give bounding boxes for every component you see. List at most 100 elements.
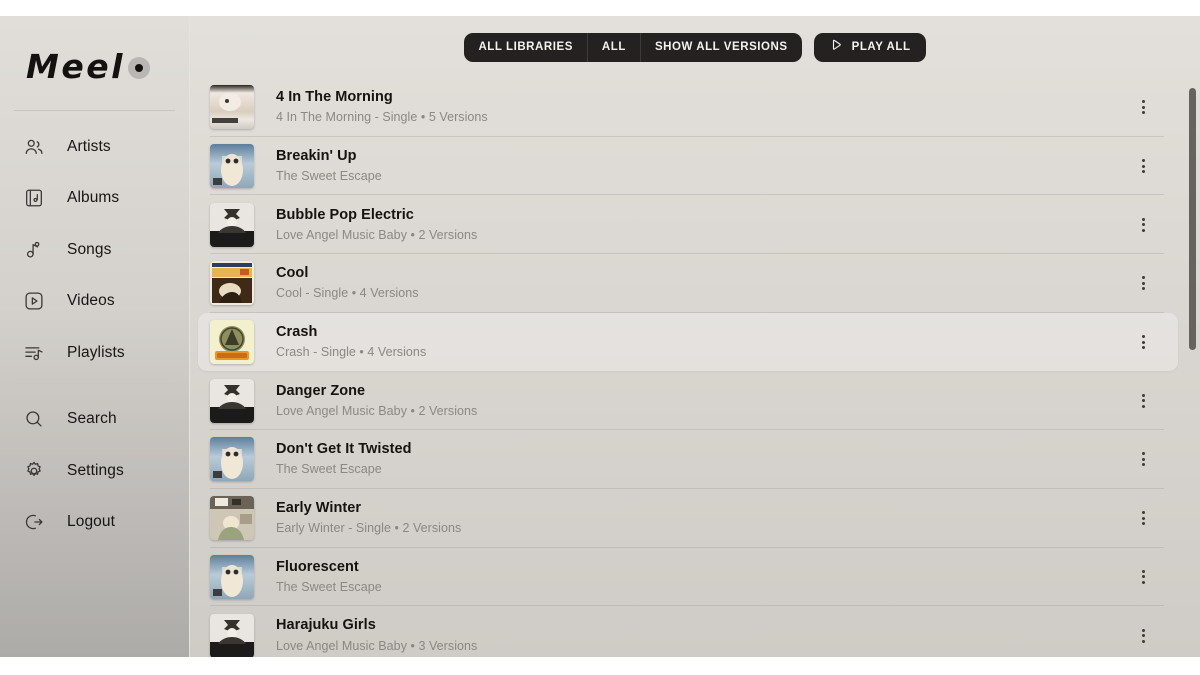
song-title: Breakin' Up: [276, 147, 357, 164]
more-vertical-icon[interactable]: [1132, 151, 1154, 181]
song-meta: Harajuku Girls Love Angel Music Baby • 3…: [276, 616, 1132, 654]
more-vertical-icon[interactable]: [1132, 444, 1154, 474]
song-subtitle: Cool - Single • 4 Versions: [276, 286, 419, 301]
table-row[interactable]: Harajuku Girls Love Angel Music Baby • 3…: [198, 606, 1178, 657]
song-title: 4 In The Morning: [276, 89, 393, 106]
song-meta: Early Winter Early Winter - Single • 2 V…: [276, 499, 1132, 537]
table-row[interactable]: Cool Cool - Single • 4 Versions: [198, 254, 1178, 313]
all-filter-button[interactable]: ALL: [588, 32, 641, 62]
song-meta: Don't Get It Twisted The Sweet Escape: [276, 440, 1132, 478]
sidebar-item-label: Albums: [67, 189, 120, 207]
more-vertical-icon[interactable]: [1132, 621, 1154, 651]
album-icon: [22, 186, 46, 210]
sidebar-item-label: Logout: [67, 513, 116, 531]
sidebar-item-label: Songs: [67, 240, 112, 258]
table-row[interactable]: Fluorescent The Sweet Escape: [198, 548, 1178, 607]
song-subtitle: Crash - Single • 4 Versions: [276, 345, 427, 360]
sidebar-item-search[interactable]: Search: [0, 394, 189, 446]
filter-segmented-control: ALL LIBRARIES ALL SHOW ALL VERSIONS: [464, 32, 802, 62]
album-art-thumbnail: [210, 320, 254, 365]
song-meta: Crash Crash - Single • 4 Versions: [276, 323, 1132, 361]
song-subtitle: Love Angel Music Baby • 2 Versions: [276, 403, 478, 418]
sidebar-divider-middle: [14, 382, 175, 384]
table-row[interactable]: Bubble Pop Electric Love Angel Music Bab…: [198, 195, 1178, 255]
song-title: Early Winter: [276, 500, 362, 517]
sidebar-item-artists[interactable]: Artists: [0, 121, 189, 173]
more-vertical-icon[interactable]: [1132, 503, 1154, 533]
song-title: Bubble Pop Electric: [276, 206, 414, 223]
sidebar-item-logout[interactable]: Logout: [0, 497, 189, 549]
app-window: Meel Artists Albums Songs Videos Playlis…: [0, 16, 1200, 657]
more-vertical-icon[interactable]: [1132, 386, 1154, 416]
song-subtitle: Love Angel Music Baby • 2 Versions: [276, 227, 478, 242]
table-row[interactable]: 4 In The Morning 4 In The Morning - Sing…: [198, 78, 1178, 137]
song-meta: Bubble Pop Electric Love Angel Music Bab…: [276, 206, 1132, 244]
play-outline-icon: [829, 38, 844, 56]
album-art-thumbnail: [210, 144, 254, 189]
users-icon: [22, 135, 46, 159]
song-title: Fluorescent: [276, 558, 359, 575]
sidebar-item-videos[interactable]: Videos: [0, 276, 189, 328]
album-art-thumbnail: [210, 85, 254, 130]
sidebar-item-label: Videos: [67, 292, 115, 310]
more-vertical-icon[interactable]: [1132, 210, 1154, 240]
album-art-thumbnail: [210, 378, 254, 423]
sidebar-item-settings[interactable]: Settings: [0, 445, 189, 497]
album-art-thumbnail: [210, 496, 254, 541]
song-list: 4 In The Morning 4 In The Morning - Sing…: [190, 78, 1200, 657]
more-vertical-icon[interactable]: [1132, 327, 1154, 357]
song-subtitle: The Sweet Escape: [276, 169, 382, 184]
toolbar: ALL LIBRARIES ALL SHOW ALL VERSIONS PLAY…: [190, 16, 1200, 78]
album-art-thumbnail: [210, 202, 254, 247]
song-meta: 4 In The Morning 4 In The Morning - Sing…: [276, 88, 1132, 126]
logo-text: Meel: [26, 46, 125, 86]
song-meta: Fluorescent The Sweet Escape: [276, 558, 1132, 596]
song-title: Harajuku Girls: [276, 617, 376, 634]
all-libraries-button[interactable]: ALL LIBRARIES: [464, 32, 588, 62]
album-art-thumbnail: [210, 437, 254, 482]
logo-text-wrap: Meel: [26, 47, 150, 86]
table-row[interactable]: Danger Zone Love Angel Music Baby • 2 Ve…: [198, 371, 1178, 431]
gear-icon: [22, 459, 46, 483]
table-row[interactable]: Crash Crash - Single • 4 Versions: [198, 312, 1178, 372]
playlist-icon: [22, 341, 46, 365]
song-meta: Danger Zone Love Angel Music Baby • 2 Ve…: [276, 382, 1132, 420]
sidebar-item-playlists[interactable]: Playlists: [0, 327, 189, 379]
table-row[interactable]: Early Winter Early Winter - Single • 2 V…: [198, 489, 1178, 548]
scrollbar-thumb[interactable]: [1189, 88, 1196, 350]
sidebar-item-label: Artists: [67, 137, 111, 155]
sidebar-item-label: Settings: [67, 461, 124, 479]
song-subtitle: 4 In The Morning - Single • 5 Versions: [276, 110, 488, 125]
song-subtitle: The Sweet Escape: [276, 579, 382, 594]
song-title: Danger Zone: [276, 382, 366, 399]
sidebar: Meel Artists Albums Songs Videos Playlis…: [0, 16, 190, 657]
sidebar-item-label: Playlists: [67, 343, 125, 361]
sidebar-item-songs[interactable]: Songs: [0, 224, 189, 276]
search-icon: [22, 407, 46, 431]
more-vertical-icon[interactable]: [1132, 92, 1154, 122]
song-title: Don't Get It Twisted: [276, 441, 412, 458]
more-vertical-icon[interactable]: [1132, 562, 1154, 592]
song-subtitle: The Sweet Escape: [276, 462, 382, 477]
song-meta: Cool Cool - Single • 4 Versions: [276, 264, 1132, 302]
main-content: ALL LIBRARIES ALL SHOW ALL VERSIONS PLAY…: [190, 16, 1200, 657]
play-all-button[interactable]: PLAY ALL: [813, 32, 926, 62]
table-row[interactable]: Don't Get It Twisted The Sweet Escape: [198, 430, 1178, 489]
sidebar-divider-top: [14, 110, 175, 111]
album-art-thumbnail: [210, 261, 254, 306]
show-all-versions-button[interactable]: SHOW ALL VERSIONS: [641, 33, 802, 62]
sidebar-item-albums[interactable]: Albums: [0, 173, 189, 225]
song-subtitle: Love Angel Music Baby • 3 Versions: [276, 638, 478, 653]
song-title: Cool: [276, 265, 309, 282]
scrollbar[interactable]: [1189, 16, 1196, 657]
album-art-thumbnail: [210, 613, 254, 657]
table-row[interactable]: Breakin' Up The Sweet Escape: [198, 137, 1178, 196]
song-subtitle: Early Winter - Single • 2 Versions: [276, 521, 462, 536]
song-title: Crash: [276, 323, 318, 340]
video-play-icon: [22, 289, 46, 313]
song-meta: Breakin' Up The Sweet Escape: [276, 147, 1132, 185]
sidebar-item-label: Search: [67, 410, 117, 428]
app-logo[interactable]: Meel: [0, 26, 189, 106]
more-vertical-icon[interactable]: [1132, 268, 1154, 298]
logout-icon: [22, 510, 46, 534]
